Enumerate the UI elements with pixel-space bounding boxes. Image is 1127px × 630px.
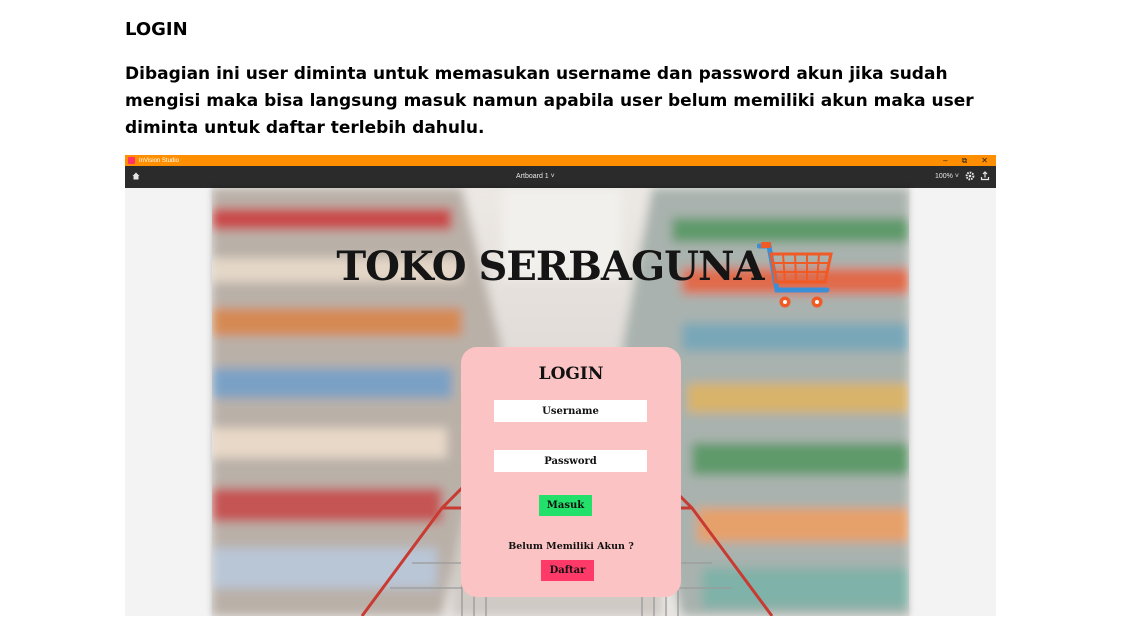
- masuk-button[interactable]: Masuk: [539, 495, 592, 516]
- home-icon[interactable]: [132, 172, 140, 180]
- login-card: LOGIN Masuk Belum Memiliki Akun ? Daftar: [461, 347, 681, 597]
- brand-title: TOKO SERBAGUNA: [336, 243, 764, 290]
- login-title: LOGIN: [538, 364, 604, 384]
- document-paragraph: Dibagian ini user diminta untuk memasuka…: [125, 64, 974, 138]
- restore-button[interactable]: ⧉: [962, 155, 968, 166]
- title-bar: InVision Studio – ⧉ ✕: [125, 155, 996, 166]
- app-title: InVision Studio: [139, 157, 179, 164]
- artboard-canvas: TOKO SERBAGUNA LOGIN Masuk Belum Me: [212, 188, 909, 616]
- window-controls: – ⧉ ✕: [943, 155, 988, 166]
- document-heading: LOGIN: [125, 19, 188, 40]
- invision-app-window: InVision Studio – ⧉ ✕ Artboard 1 ˅ 100% …: [125, 155, 996, 616]
- password-field[interactable]: [494, 450, 647, 472]
- upload-icon[interactable]: [980, 171, 990, 181]
- shopping-cart-icon: [757, 242, 833, 308]
- no-account-label: Belum Memiliki Akun ?: [508, 541, 634, 552]
- username-field[interactable]: [494, 400, 647, 422]
- close-button[interactable]: ✕: [981, 155, 988, 166]
- invision-logo-icon: [128, 157, 135, 164]
- minimize-button[interactable]: –: [943, 155, 947, 166]
- toolbar: Artboard 1 ˅ 100% ˅: [125, 166, 996, 188]
- daftar-button[interactable]: Daftar: [541, 560, 594, 581]
- zoom-dropdown[interactable]: 100% ˅: [935, 173, 959, 180]
- gear-icon[interactable]: [965, 171, 975, 181]
- artboard-dropdown[interactable]: Artboard 1 ˅: [516, 173, 555, 180]
